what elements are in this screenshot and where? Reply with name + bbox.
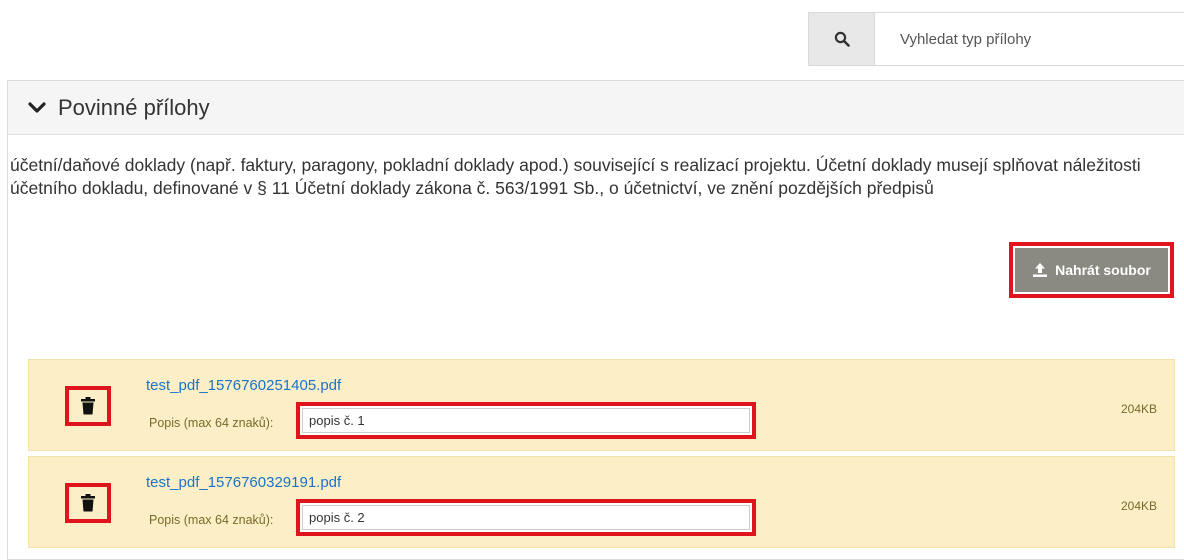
- description-label: Popis (max 64 znaků):: [149, 416, 274, 430]
- delete-button[interactable]: [65, 386, 111, 426]
- file-link[interactable]: test_pdf_1576760329191.pdf: [146, 474, 341, 491]
- chevron-down-icon[interactable]: [28, 99, 46, 117]
- search-icon: [834, 31, 850, 47]
- delete-button[interactable]: [65, 483, 111, 523]
- description-input[interactable]: [302, 408, 750, 433]
- trash-icon: [81, 397, 95, 415]
- description-input-highlight: [296, 499, 756, 536]
- description-label: Popis (max 64 znaků):: [149, 513, 274, 527]
- search-button[interactable]: [809, 13, 875, 65]
- file-row: test_pdf_1576760251405.pdf Popis (max 64…: [28, 359, 1175, 451]
- trash-icon: [81, 494, 95, 512]
- upload-file-button[interactable]: Nahrát soubor: [1015, 248, 1168, 292]
- upload-highlight: Nahrát soubor: [1009, 242, 1174, 298]
- required-attachments-panel: Povinné přílohy účetní/daňové doklady (n…: [7, 80, 1184, 560]
- file-size: 204KB: [1120, 499, 1157, 513]
- file-size: 204KB: [1120, 402, 1157, 416]
- search-input[interactable]: [875, 13, 1184, 65]
- search-bar: [808, 12, 1184, 66]
- panel-description: účetní/daňové doklady (např. faktury, pa…: [10, 155, 1141, 198]
- upload-button-label: Nahrát soubor: [1055, 262, 1151, 278]
- file-link[interactable]: test_pdf_1576760251405.pdf: [146, 377, 341, 394]
- panel-header[interactable]: Povinné přílohy: [8, 81, 1184, 135]
- file-row: test_pdf_1576760329191.pdf Popis (max 64…: [28, 456, 1175, 548]
- description-input[interactable]: [302, 505, 750, 530]
- panel-title: Povinné přílohy: [58, 94, 210, 120]
- description-input-highlight: [296, 402, 756, 439]
- upload-icon: [1033, 263, 1048, 277]
